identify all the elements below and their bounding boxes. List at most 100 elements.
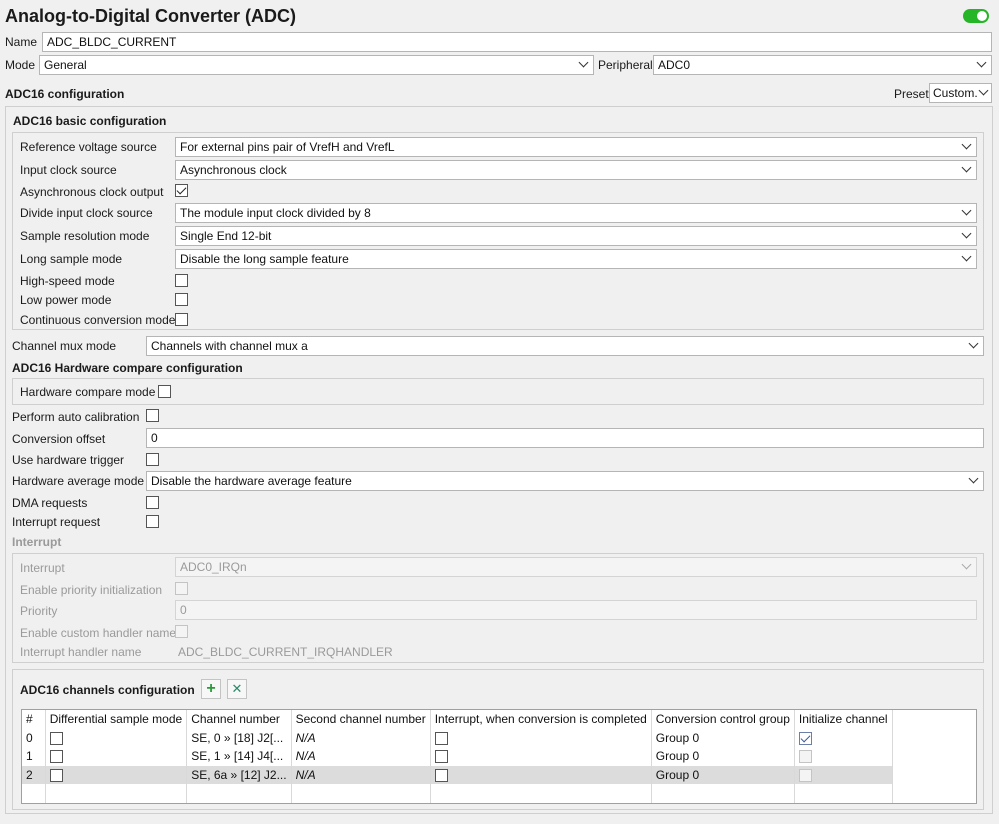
channel-cell[interactable]: SE, 6a » [12] J2... [186,765,292,784]
conv-offset-label: Conversion offset [12,432,106,446]
priority-input[interactable]: 0 [175,600,977,620]
col-header-channel[interactable]: Channel number [186,710,292,729]
interrupt-cell[interactable] [430,747,652,766]
col-header-second-channel[interactable]: Second channel number [291,710,431,729]
differential-checkbox[interactable] [49,768,63,782]
interrupt-cell[interactable] [430,765,652,784]
hw-trigger-checkbox[interactable] [146,453,159,466]
preset-value: Custom. [933,86,978,100]
differential-cell[interactable] [45,728,188,747]
hw-compare-title: ADC16 Hardware compare configuration [12,361,243,375]
async-output-label: Asynchronous clock output [20,185,164,199]
sample-resolution-label: Sample resolution mode [20,229,150,243]
table-row[interactable]: 2 SE, 6a » [12] J2... N/A Group 0 [22,765,893,784]
init-checkbox[interactable] [798,750,812,764]
preset-select[interactable]: Custom. [929,83,992,103]
col-header-group[interactable]: Conversion control group [651,710,795,729]
channel-cell[interactable]: SE, 0 » [18] J2[... [186,728,292,747]
enable-toggle[interactable] [963,9,989,23]
hw-compare-checkbox[interactable] [158,385,171,398]
low-power-checkbox[interactable] [175,293,188,306]
chevron-down-icon [961,162,972,173]
second-channel-cell[interactable]: N/A [291,765,431,784]
irq-request-checkbox[interactable] [146,515,159,528]
row-index: 2 [22,765,46,784]
row-index: 0 [22,728,46,747]
prio-init-checkbox[interactable] [175,582,188,595]
init-checkbox[interactable] [798,768,812,782]
high-speed-checkbox[interactable] [175,274,188,287]
sample-resolution-value: Single End 12-bit [180,229,272,243]
interrupt-cell[interactable] [430,728,652,747]
table-row-empty [22,784,893,803]
input-clock-label: Input clock source [20,163,117,177]
group-cell[interactable]: Group 0 [651,728,795,747]
init-cell[interactable] [794,728,893,747]
input-clock-value: Asynchronous clock [180,163,287,177]
dma-label: DMA requests [12,496,88,510]
close-icon: ✕ [231,681,243,696]
name-input[interactable]: ADC_BLDC_CURRENT [42,32,992,52]
row-index: 1 [22,747,46,766]
priority-label: Priority [20,604,58,618]
peripheral-value: ADC0 [658,58,691,72]
hw-average-select[interactable]: Disable the hardware average feature [146,471,984,491]
interrupt-value: ADC0_IRQn [180,560,247,574]
channel-cell[interactable]: SE, 1 » [14] J4[... [186,747,292,766]
col-header-differential[interactable]: Differential sample mode [45,710,188,729]
long-sample-select[interactable]: Disable the long sample feature [175,249,977,269]
peripheral-label: Peripheral [598,58,653,72]
interrupt-checkbox[interactable] [434,768,448,782]
second-channel-cell[interactable]: N/A [291,728,431,747]
second-channel-cell[interactable]: N/A [291,747,431,766]
group-cell[interactable]: Group 0 [651,747,795,766]
hw-compare-label: Hardware compare mode [20,385,156,399]
interrupt-checkbox[interactable] [434,731,448,745]
add-channel-button[interactable]: + [201,679,221,699]
interrupt-label: Interrupt [20,561,65,575]
sample-resolution-select[interactable]: Single End 12-bit [175,226,977,246]
input-clock-select[interactable]: Asynchronous clock [175,160,977,180]
init-cell[interactable] [794,765,893,784]
col-header-init[interactable]: Initialize channel [794,710,893,729]
interrupt-checkbox[interactable] [434,750,448,764]
high-speed-label: High-speed mode [20,274,115,288]
long-sample-value: Disable the long sample feature [180,252,349,266]
group-cell[interactable]: Group 0 [651,765,795,784]
chevron-down-icon [578,57,589,68]
conv-offset-input[interactable]: 0 [146,428,984,448]
continuous-checkbox[interactable] [175,313,188,326]
hw-average-label: Hardware average mode [12,474,145,488]
table-row[interactable]: 0 SE, 0 » [18] J2[... N/A Group 0 [22,728,893,747]
differential-checkbox[interactable] [49,750,63,764]
chevron-down-icon [978,85,989,96]
divide-clock-label: Divide input clock source [20,206,153,220]
table-row[interactable]: 1 SE, 1 » [14] J4[... N/A Group 0 [22,747,893,766]
differential-cell[interactable] [45,765,188,784]
ref-voltage-select[interactable]: For external pins pair of VrefH and Vref… [175,137,977,157]
async-output-checkbox[interactable] [175,184,188,197]
custom-handler-checkbox[interactable] [175,625,188,638]
auto-cal-checkbox[interactable] [146,409,159,422]
divide-clock-select[interactable]: The module input clock divided by 8 [175,203,977,223]
empty-cell [794,784,893,803]
interrupt-select[interactable]: ADC0_IRQn [175,557,977,577]
handler-name-label: Interrupt handler name [20,645,142,659]
remove-channel-button[interactable]: ✕ [227,679,247,699]
mode-value: General [44,58,87,72]
empty-cell [291,784,431,803]
chevron-down-icon [961,139,972,150]
channel-mux-select[interactable]: Channels with channel mux a [146,336,984,356]
mode-select[interactable]: General [39,55,594,75]
chevron-down-icon [968,338,979,349]
col-header-interrupt[interactable]: Interrupt, when conversion is completed [430,710,652,729]
differential-cell[interactable] [45,747,188,766]
differential-checkbox[interactable] [49,731,63,745]
init-checkbox[interactable] [798,731,812,745]
init-cell[interactable] [794,747,893,766]
peripheral-select[interactable]: ADC0 [653,55,992,75]
auto-cal-label: Perform auto calibration [12,410,140,424]
dma-checkbox[interactable] [146,496,159,509]
empty-cell [45,784,188,803]
col-header-index[interactable]: # [22,710,46,729]
